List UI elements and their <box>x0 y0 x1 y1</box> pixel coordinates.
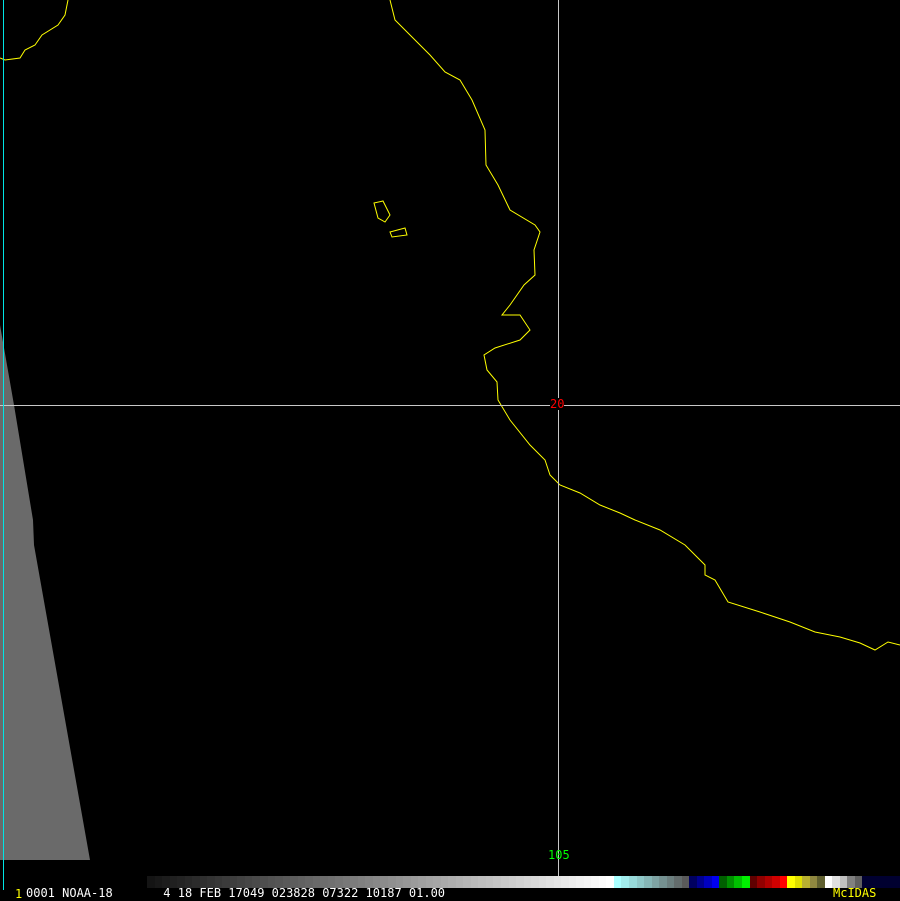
color-bar-segment <box>877 876 886 888</box>
color-bar-segment <box>689 876 697 888</box>
color-bar-segment <box>455 876 464 888</box>
color-bar-segment <box>508 876 517 888</box>
color-bar-segment <box>674 876 682 888</box>
color-bar-segment <box>485 876 494 888</box>
latitude-label: 20 <box>550 397 565 411</box>
color-bar-segment <box>591 876 599 888</box>
island <box>389 227 408 238</box>
color-bar-segment <box>553 876 562 888</box>
color-bar-segment <box>523 876 532 888</box>
color-bar-segment <box>741 876 750 888</box>
longitude-label: 105 <box>548 848 570 862</box>
color-bar-segment <box>794 876 803 888</box>
satellite-image <box>0 0 900 890</box>
color-bar-segment <box>817 876 825 888</box>
color-bar-segment <box>606 876 614 888</box>
color-bar-segment <box>764 876 773 888</box>
color-bar-segment <box>885 876 893 888</box>
color-bar-segment <box>598 876 607 888</box>
color-bar-segment <box>538 876 547 888</box>
color-bar-segment <box>448 876 456 888</box>
color-bar-segment <box>470 876 479 888</box>
coastline <box>389 0 900 651</box>
color-bar-segment <box>659 876 667 888</box>
color-bar-segment <box>757 876 765 888</box>
color-bar-segment <box>561 876 569 888</box>
color-bar-segment <box>726 876 735 888</box>
color-bar-segment <box>576 876 584 888</box>
island <box>373 200 391 223</box>
color-bar-segment <box>516 876 524 888</box>
color-bar-segment <box>787 876 795 888</box>
color-bar-segment <box>749 876 758 888</box>
color-bar-segment <box>704 876 712 888</box>
color-bar-segment <box>629 876 637 888</box>
color-bar-segment <box>824 876 833 888</box>
color-bar-segment <box>463 876 471 888</box>
color-bar-segment <box>802 876 810 888</box>
color-bar-segment <box>500 876 509 888</box>
frame-number: 1 <box>15 887 23 901</box>
image-info: 0001 NOAA-18 4 18 FEB 17049 023828 07322… <box>26 886 446 900</box>
color-bar-segment <box>719 876 727 888</box>
color-bar-segment <box>531 876 539 888</box>
color-bar-segment <box>666 876 675 888</box>
color-bar-segment <box>568 876 577 888</box>
color-bar-segment <box>809 876 818 888</box>
mcidas-label: McIDAS <box>833 886 877 900</box>
color-bar-segment <box>493 876 501 888</box>
color-bar-segment <box>613 876 622 888</box>
color-bar-segment <box>681 876 690 888</box>
coastline-northwest <box>0 0 69 61</box>
color-bar-segment <box>478 876 486 888</box>
color-bar-segment <box>734 876 742 888</box>
color-bar-segment <box>651 876 660 888</box>
color-bar-segment <box>711 876 720 888</box>
color-bar-segment <box>546 876 554 888</box>
color-bar-segment <box>583 876 592 888</box>
color-bar-segment <box>779 876 788 888</box>
color-bar-segment <box>772 876 780 888</box>
color-bar-segment <box>892 876 900 888</box>
color-bar-segment <box>636 876 645 888</box>
color-bar-segment <box>621 876 629 888</box>
color-bar-segment <box>696 876 705 888</box>
color-bar-segment <box>644 876 652 888</box>
